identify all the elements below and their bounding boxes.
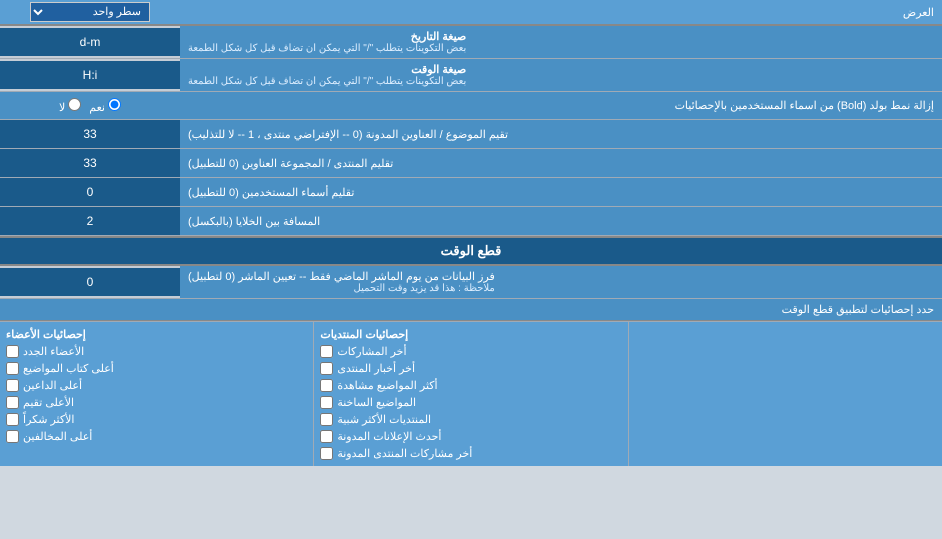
bold-remove-row: إزالة نمط بولد (Bold) من اسماء المستخدمي…: [0, 92, 942, 120]
radio-yes[interactable]: [108, 98, 121, 111]
display-mode-select[interactable]: سطر واحدسطرينثلاثة أسطر: [30, 2, 150, 22]
posts-check-0[interactable]: [320, 345, 333, 358]
radio-no-label[interactable]: لا: [59, 98, 81, 114]
time-format-label: صيغة الوقت بعض التكوينات يتطلب "/" التي …: [180, 59, 942, 91]
members-item-4[interactable]: الأكثر شكراً: [6, 411, 307, 428]
posts-check-2[interactable]: [320, 379, 333, 392]
dropdown-container[interactable]: سطر واحدسطرينثلاثة أسطر: [0, 2, 180, 22]
forum-order-input[interactable]: [4, 156, 176, 170]
topics-order-label: تقيم الموضوع / العناوين المدونة (0 -- ال…: [180, 120, 942, 148]
gap-row: المسافة بين الخلايا (بالبكسل): [0, 207, 942, 236]
time-format-input[interactable]: [4, 68, 176, 82]
members-check-0[interactable]: [6, 345, 19, 358]
stats-apply-label: حدد إحصائيات لتطبيق قطع الوقت: [180, 299, 942, 320]
posts-item-1[interactable]: أخر أخبار المنتدى: [320, 360, 621, 377]
gap-input[interactable]: [4, 214, 176, 228]
date-format-label: صيغة التاريخ بعض التكوينات يتطلب "/" الت…: [180, 26, 942, 58]
time-cutoff-input[interactable]: [4, 275, 176, 289]
date-format-input-container: [0, 28, 180, 56]
posts-stats-col: إحصائيات المنتديات أخر المشاركات أخر أخب…: [313, 322, 627, 466]
empty-col: [628, 322, 942, 466]
posts-item-2[interactable]: أكثر المواضيع مشاهدة: [320, 377, 621, 394]
posts-item-4[interactable]: المنتديات الأكثر شبية: [320, 411, 621, 428]
members-check-3[interactable]: [6, 396, 19, 409]
forum-order-label: تقليم المنتدى / المجموعة العناوين (0 للت…: [180, 149, 942, 177]
members-check-4[interactable]: [6, 413, 19, 426]
date-format-row: صيغة التاريخ بعض التكوينات يتطلب "/" الت…: [0, 26, 942, 59]
gap-label: المسافة بين الخلايا (بالبكسل): [180, 207, 942, 235]
checkboxes-container: إحصائيات المنتديات أخر المشاركات أخر أخب…: [0, 321, 942, 466]
bold-remove-label: إزالة نمط بولد (Bold) من اسماء المستخدمي…: [180, 95, 942, 116]
members-check-1[interactable]: [6, 362, 19, 375]
users-names-label: تقليم أسماء المستخدمين (0 للتطبيل): [180, 178, 942, 206]
users-names-input[interactable]: [4, 185, 176, 199]
time-cutoff-row: فرز البيانات من يوم الماشر الماضي فقط --…: [0, 266, 942, 299]
members-check-5[interactable]: [6, 430, 19, 443]
posts-col-header: إحصائيات المنتديات: [320, 326, 621, 343]
radio-yes-label[interactable]: نعم: [89, 98, 121, 114]
header-label: العرض: [180, 3, 942, 22]
posts-item-3[interactable]: المواضيع الساخنة: [320, 394, 621, 411]
posts-item-0[interactable]: أخر المشاركات: [320, 343, 621, 360]
date-format-input[interactable]: [4, 35, 176, 49]
members-item-3[interactable]: الأعلى تقيم: [6, 394, 307, 411]
members-item-1[interactable]: أعلى كتاب المواضيع: [6, 360, 307, 377]
time-format-row: صيغة الوقت بعض التكوينات يتطلب "/" التي …: [0, 59, 942, 92]
users-names-input-container: [0, 178, 180, 206]
gap-input-container: [0, 207, 180, 235]
posts-check-1[interactable]: [320, 362, 333, 375]
stats-apply-row: حدد إحصائيات لتطبيق قطع الوقت: [0, 299, 942, 321]
time-section-header: قطع الوقت: [0, 236, 942, 266]
members-stats-col: إحصائيات الأعضاء الأعضاء الجدد أعلى كتاب…: [0, 322, 313, 466]
posts-check-3[interactable]: [320, 396, 333, 409]
members-item-2[interactable]: أعلى الداعين: [6, 377, 307, 394]
time-cutoff-input-container: [0, 268, 180, 296]
radio-no[interactable]: [68, 98, 81, 111]
topics-order-input[interactable]: [4, 127, 176, 141]
forum-order-row: تقليم المنتدى / المجموعة العناوين (0 للت…: [0, 149, 942, 178]
posts-check-5[interactable]: [320, 430, 333, 443]
users-names-row: تقليم أسماء المستخدمين (0 للتطبيل): [0, 178, 942, 207]
topics-order-input-container: [0, 120, 180, 148]
time-cutoff-label: فرز البيانات من يوم الماشر الماضي فقط --…: [180, 266, 942, 298]
time-format-input-container: [0, 61, 180, 89]
posts-check-4[interactable]: [320, 413, 333, 426]
members-check-2[interactable]: [6, 379, 19, 392]
members-col-header: إحصائيات الأعضاء: [6, 326, 307, 343]
posts-item-5[interactable]: أحدث الإعلانات المدونة: [320, 428, 621, 445]
forum-order-input-container: [0, 149, 180, 177]
posts-item-6[interactable]: أخر مشاركات المنتدى المدونة: [320, 445, 621, 462]
bold-radio-options: نعم لا: [0, 98, 180, 114]
members-item-0[interactable]: الأعضاء الجدد: [6, 343, 307, 360]
topics-order-row: تقيم الموضوع / العناوين المدونة (0 -- ال…: [0, 120, 942, 149]
posts-check-6[interactable]: [320, 447, 333, 460]
header-row: العرض سطر واحدسطرينثلاثة أسطر: [0, 0, 942, 26]
members-item-5[interactable]: أعلى المخالفين: [6, 428, 307, 445]
